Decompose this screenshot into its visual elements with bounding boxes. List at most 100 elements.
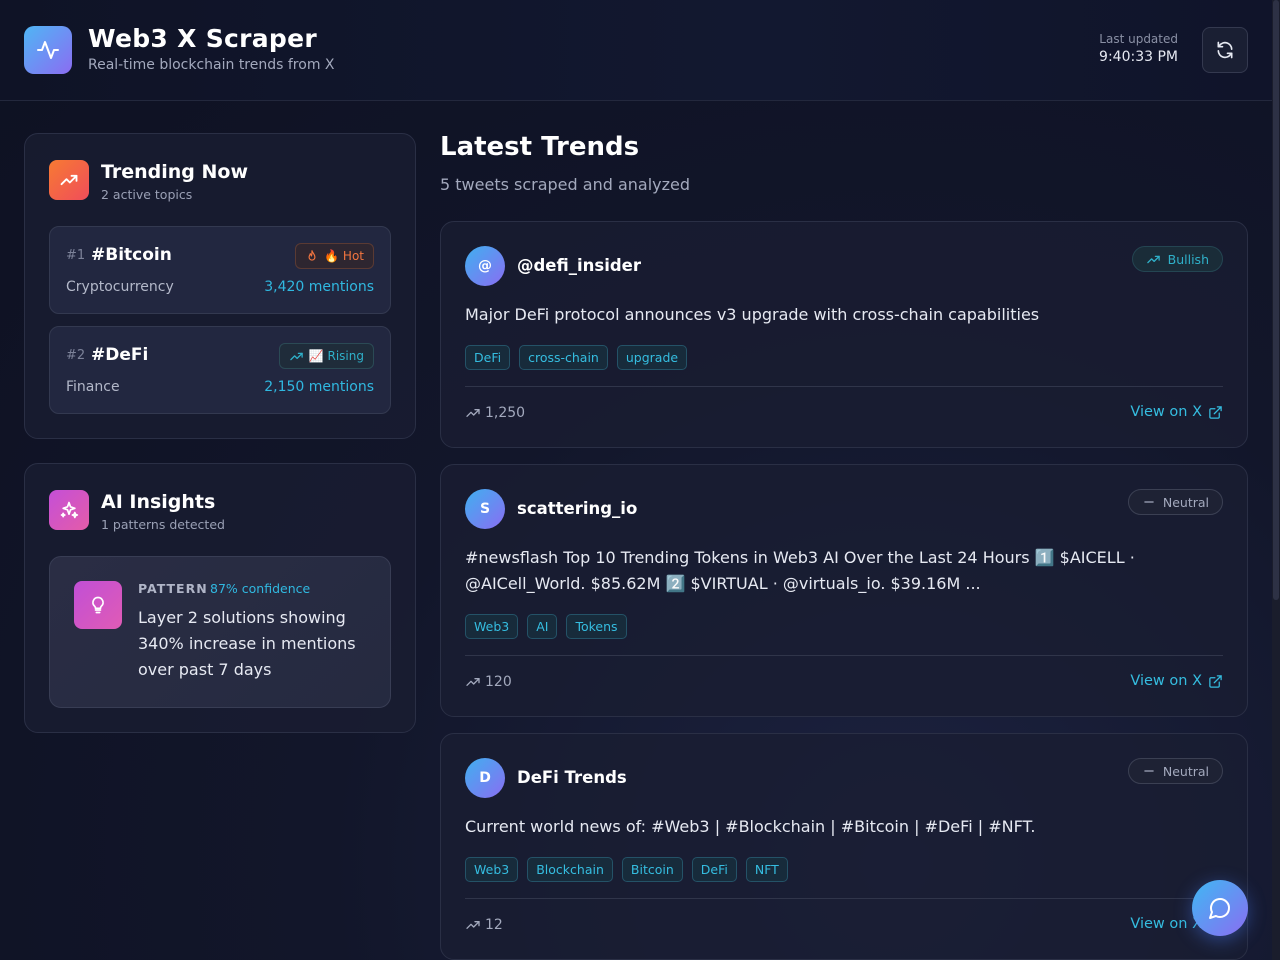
- trend-category: Cryptocurrency: [66, 279, 174, 295]
- tweet-text: Current world news of: #Web3 | #Blockcha…: [465, 817, 1036, 836]
- trending-subtitle: 2 active topics: [101, 187, 193, 202]
- tag-chip[interactable]: Web3: [465, 614, 519, 639]
- rising-badge: 📈 Rising: [278, 343, 374, 369]
- engagement-value: 12: [485, 917, 503, 933]
- tweet-author[interactable]: scattering_io: [517, 499, 637, 518]
- app-header: Web3 X Scraper Real-time blockchain tren…: [0, 0, 1272, 101]
- sparkles-icon: [60, 501, 79, 519]
- trending-up-icon: [290, 352, 303, 360]
- insights-title: AI Insights: [101, 491, 216, 513]
- tweet-divider: [465, 655, 1223, 656]
- trending-up-icon: [466, 678, 480, 686]
- tweet-divider: [465, 386, 1223, 387]
- tweet-tags: Web3 AI Tokens: [465, 614, 627, 639]
- tweet-text: Major DeFi protocol announces v3 upgrade…: [465, 305, 1040, 324]
- insights-panel: AI Insights 1 patterns detected PATTERN …: [24, 463, 416, 733]
- refresh-icon: [1217, 41, 1233, 59]
- tag-chip[interactable]: Tokens: [566, 614, 627, 639]
- trending-up-icon: [466, 921, 480, 929]
- activity-icon: [37, 41, 59, 59]
- tweet-author[interactable]: @defi_insider: [517, 256, 641, 275]
- tag-chip[interactable]: Blockchain: [527, 857, 613, 882]
- pattern-label: PATTERN: [138, 581, 208, 596]
- trending-up-icon: [466, 409, 480, 417]
- page-title: Latest Trends: [440, 132, 640, 162]
- engagement-count: 12: [465, 917, 503, 933]
- tweet-text: #newsflash Top 10 Trending Tokens in Web…: [465, 548, 1135, 593]
- chat-button[interactable]: [1192, 880, 1248, 936]
- insight-text: Layer 2 solutions showing 340% increase …: [138, 608, 356, 679]
- last-updated-time: 9:40:33 PM: [1099, 49, 1178, 65]
- sentiment-badge: Neutral: [1127, 489, 1223, 515]
- engagement-count: 120: [465, 674, 512, 690]
- app-subtitle: Real-time blockchain trends from X: [88, 57, 335, 73]
- app-logo: [24, 26, 72, 74]
- trend-hashtag: #DeFi: [91, 345, 149, 365]
- trend-mentions: 3,420 mentions: [264, 279, 374, 295]
- avatar[interactable]: S: [465, 489, 505, 529]
- tag-chip[interactable]: NFT: [745, 857, 788, 882]
- hot-badge: 🔥 Hot: [295, 243, 374, 269]
- minus-icon: [1144, 501, 1154, 503]
- engagement-value: 1,250: [485, 405, 526, 421]
- minus-icon: [1144, 770, 1154, 772]
- trend-rank: #1: [66, 248, 86, 263]
- page-subtitle: 5 tweets scraped and analyzed: [440, 175, 691, 194]
- trend-hashtag: #Bitcoin: [91, 245, 172, 265]
- tweet-card: D DeFi Trends Neutral Current world news…: [440, 733, 1248, 960]
- insights-subtitle: 1 patterns detected: [101, 517, 225, 532]
- tag-chip[interactable]: upgrade: [616, 345, 688, 370]
- tweet-tags: Web3 Blockchain Bitcoin DeFi NFT: [465, 857, 788, 882]
- trending-up-icon: [1146, 255, 1160, 263]
- sentiment-label: Neutral: [1162, 494, 1209, 510]
- badge-label: 🔥 Hot: [324, 249, 364, 263]
- engagement-count: 1,250: [465, 405, 525, 421]
- view-link-label: View on X: [1130, 916, 1202, 932]
- tweet-card: S scattering_io Neutral #newsflash Top 1…: [440, 464, 1248, 717]
- trend-category: Finance: [66, 379, 120, 395]
- view-on-x-link[interactable]: View on X: [1130, 404, 1223, 420]
- tag-chip[interactable]: DeFi: [465, 345, 511, 370]
- insight-card-icon: [74, 581, 122, 629]
- avatar[interactable]: D: [465, 758, 505, 798]
- tweet-divider: [465, 898, 1223, 899]
- chat-bubble-icon: [1209, 898, 1230, 919]
- sentiment-badge: Bullish: [1131, 246, 1223, 272]
- insights-panel-icon: [49, 490, 89, 530]
- view-link-label: View on X: [1130, 404, 1202, 420]
- lightbulb-icon: [92, 596, 104, 614]
- pattern-confidence: 87% confidence: [210, 581, 311, 596]
- trend-mentions: 2,150 mentions: [264, 379, 374, 395]
- external-link-icon: [1209, 405, 1222, 419]
- view-on-x-link[interactable]: View on X: [1130, 673, 1223, 689]
- avatar[interactable]: @: [465, 246, 505, 286]
- sentiment-badge: Neutral: [1127, 758, 1223, 784]
- trend-card-defi[interactable]: #2 #DeFi 📈 Rising Finance 2,150 mentions: [49, 326, 391, 414]
- tag-chip[interactable]: AI: [527, 614, 558, 639]
- scrollbar-thumb[interactable]: [1273, 0, 1279, 600]
- trend-rank: #2: [66, 348, 86, 363]
- app-title: Web3 X Scraper: [88, 24, 318, 53]
- tweet-author[interactable]: DeFi Trends: [517, 768, 627, 787]
- flame-icon: [308, 250, 316, 261]
- external-link-icon: [1209, 674, 1222, 688]
- view-link-label: View on X: [1130, 673, 1202, 689]
- trending-up-icon: [60, 174, 78, 186]
- tag-chip[interactable]: Web3: [465, 857, 519, 882]
- refresh-button[interactable]: [1202, 27, 1248, 73]
- last-updated-label: Last updated: [1099, 32, 1178, 46]
- trending-panel: Trending Now 2 active topics #1 #Bitcoin…: [24, 133, 416, 439]
- tweet-tags: DeFi cross-chain upgrade: [465, 345, 688, 370]
- tweet-card: @ @defi_insider Bullish Major DeFi proto…: [440, 221, 1248, 448]
- trending-title: Trending Now: [101, 161, 249, 183]
- tag-chip[interactable]: Bitcoin: [621, 857, 683, 882]
- engagement-value: 120: [485, 674, 512, 690]
- trending-panel-icon: [49, 160, 89, 200]
- badge-label: 📈 Rising: [308, 349, 364, 363]
- sentiment-label: Neutral: [1162, 763, 1209, 779]
- trend-card-bitcoin[interactable]: #1 #Bitcoin 🔥 Hot Cryptocurrency 3,420 m…: [49, 226, 391, 314]
- tag-chip[interactable]: DeFi: [691, 857, 737, 882]
- sentiment-label: Bullish: [1167, 251, 1209, 267]
- insight-card[interactable]: PATTERN 87% confidence Layer 2 solutions…: [49, 556, 391, 708]
- tag-chip[interactable]: cross-chain: [519, 345, 608, 370]
